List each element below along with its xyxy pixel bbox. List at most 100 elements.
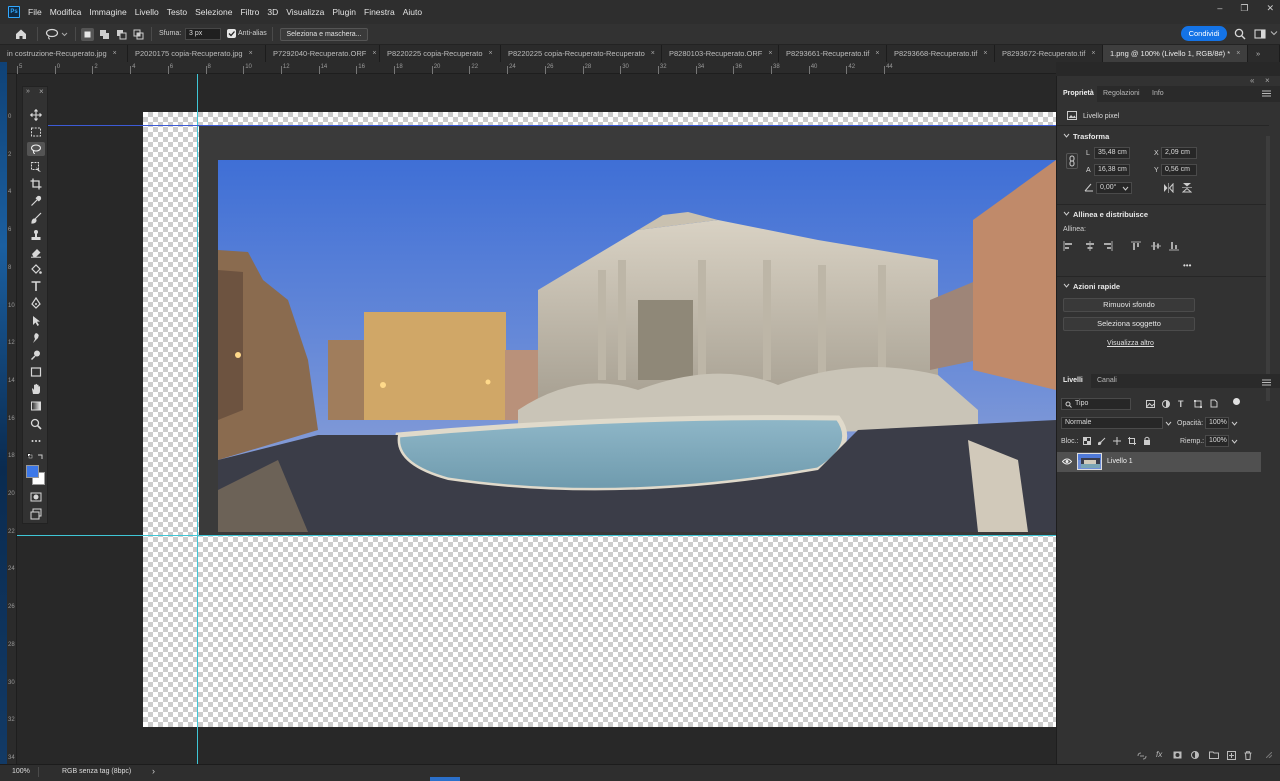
show-more-link[interactable]: Visualizza altro [1107,340,1154,347]
new-selection-icon[interactable] [81,28,94,41]
close-panels-icon[interactable]: × [1265,76,1270,85]
menu-filtro[interactable]: Filtro [240,7,259,17]
delete-layer-icon[interactable] [1244,751,1252,760]
document-tab[interactable]: in costruzione-Recuperato.jpg × [0,45,128,62]
move-tool-icon[interactable] [27,108,45,122]
vertical-ruler[interactable]: 0 2 4 6 8 10 12 14 16 18 20 22 24 26 28 30 32 34 [7,74,17,764]
document-tab[interactable]: P8293668-Recuperato.tif × [887,45,995,62]
new-group-icon[interactable] [1209,751,1219,759]
close-tab-icon[interactable]: × [489,50,493,57]
foreground-color-swatch[interactable] [26,465,39,478]
visibility-eye-icon[interactable] [1062,458,1072,465]
subtract-from-selection-icon[interactable] [115,28,128,41]
close-tab-icon[interactable]: × [768,50,772,57]
status-menu-arrow[interactable]: › [152,766,155,776]
menu-selezione[interactable]: Selezione [195,7,232,17]
dodge-tool-icon[interactable] [27,348,45,362]
filter-pixel-icon[interactable] [1146,400,1155,408]
close-tab-icon[interactable]: × [651,50,655,57]
document-tab[interactable]: P8280103-Recuperato.ORF × [662,45,779,62]
stamp-tool-icon[interactable] [27,228,45,242]
type-tool-icon[interactable] [27,279,45,293]
align-right-icon[interactable] [1103,241,1113,251]
minimize-button[interactable]: – [1217,3,1222,14]
zoom-tool-icon[interactable] [27,417,45,431]
add-to-selection-icon[interactable] [98,28,111,41]
lock-position-icon[interactable] [1113,437,1121,445]
align-middle-v-icon[interactable] [1151,241,1161,251]
new-adjustment-icon[interactable] [1191,751,1199,759]
filter-shape-icon[interactable] [1194,400,1202,408]
close-tab-icon[interactable]: × [113,50,117,57]
link-dimensions-icon[interactable] [1066,153,1078,169]
chevron-down-icon[interactable] [1165,420,1172,427]
screen-mode-icon[interactable] [27,507,45,521]
more-tools-icon[interactable] [27,434,45,448]
filter-type-icon[interactable]: T [1178,399,1184,409]
lock-pixels-icon[interactable] [1098,437,1106,445]
tab-info[interactable]: Info [1152,90,1164,97]
blend-mode-select[interactable]: Normale [1061,417,1163,429]
tab-adjustments[interactable]: Regolazioni [1103,90,1140,97]
tab-overflow-icon[interactable]: » [1248,45,1280,62]
search-icon[interactable] [1234,28,1246,40]
x-position-field[interactable]: 2,09 cm [1161,147,1197,159]
lock-transparent-icon[interactable] [1083,437,1091,445]
layer-kind-filter[interactable]: Tipo [1061,398,1131,410]
feather-input[interactable]: 3 px [185,28,221,40]
swap-colors-icon[interactable] [27,453,45,461]
brush-tool-icon[interactable] [27,211,45,225]
tab-properties[interactable]: Proprietà [1063,90,1094,97]
new-layer-icon[interactable] [1227,751,1236,760]
menu-plugin[interactable]: Plugin [332,7,356,17]
collapse-panels-icon[interactable]: « [1250,76,1254,85]
remove-background-button[interactable]: Rimuovi sfondo [1063,298,1195,312]
path-selection-tool-icon[interactable] [27,314,45,328]
share-button[interactable]: Condividi [1181,26,1227,41]
align-center-h-icon[interactable] [1085,241,1095,251]
opacity-field[interactable]: 100% [1205,417,1229,429]
canvas-area[interactable] [17,74,1056,764]
panel-menu-icon[interactable] [1262,379,1271,386]
more-options-icon[interactable]: ••• [1183,261,1191,270]
document-tab[interactable]: P8220225 copia-Recuperato-Recuperato × [501,45,662,62]
eraser-tool-icon[interactable] [27,245,45,259]
menu-aiuto[interactable]: Aiuto [403,7,422,17]
y-position-field[interactable]: 0,56 cm [1161,164,1197,176]
document-tab[interactable]: P7292040-Recuperato.ORF × [266,45,380,62]
workspace-icon[interactable] [1254,28,1266,40]
document-tab[interactable]: P2020175 copia-Recuperato.jpg × [128,45,266,62]
align-bottom-icon[interactable] [1169,241,1179,251]
eyedropper-tool-icon[interactable] [27,194,45,208]
close-tab-icon[interactable]: × [1091,50,1095,57]
add-mask-icon[interactable] [1173,751,1182,759]
pen-tool-icon[interactable] [27,296,45,310]
flip-horizontal-icon[interactable] [1163,183,1174,193]
layer-row[interactable]: Livello 1 [1057,452,1261,472]
home-icon[interactable] [14,27,28,41]
tab-layers[interactable]: Livelli [1063,377,1083,384]
restore-button[interactable]: ❐ [1240,3,1248,14]
close-toolbox-icon[interactable]: × [39,87,44,96]
horizontal-ruler[interactable]: 5 0 2 4 6 8 10 12 14 16 18 20 22 24 26 28 30 32 34 36 38 40 42… [7,62,1056,74]
close-tab-icon[interactable]: × [372,50,376,57]
lock-artboard-icon[interactable] [1128,437,1136,445]
lasso-tool-preset-icon[interactable] [45,28,69,40]
resize-grip-icon[interactable] [1266,752,1272,758]
select-and-mask-button[interactable]: Seleziona e maschera... [280,28,368,41]
menu-livello[interactable]: Livello [135,7,159,17]
document-tab[interactable]: P8293661-Recuperato.tif × [779,45,887,62]
chevron-down-icon[interactable] [1063,282,1070,289]
filter-adjustment-icon[interactable] [1162,400,1170,408]
close-tab-icon[interactable]: × [249,50,253,57]
menu-visualizza[interactable]: Visualizza [286,7,324,17]
menu-modifica[interactable]: Modifica [50,7,82,17]
link-layers-icon[interactable] [1137,752,1147,760]
paint-bucket-tool-icon[interactable] [27,262,45,276]
lasso-tool-icon[interactable] [27,142,45,156]
lock-all-icon[interactable] [1143,436,1151,445]
object-selection-tool-icon[interactable] [27,160,45,174]
width-field[interactable]: 35,48 cm [1094,147,1130,159]
menu-finestra[interactable]: Finestra [364,7,395,17]
document-tab-active[interactable]: 1.png @ 100% (Livello 1, RGB/8#) * × [1103,45,1248,62]
